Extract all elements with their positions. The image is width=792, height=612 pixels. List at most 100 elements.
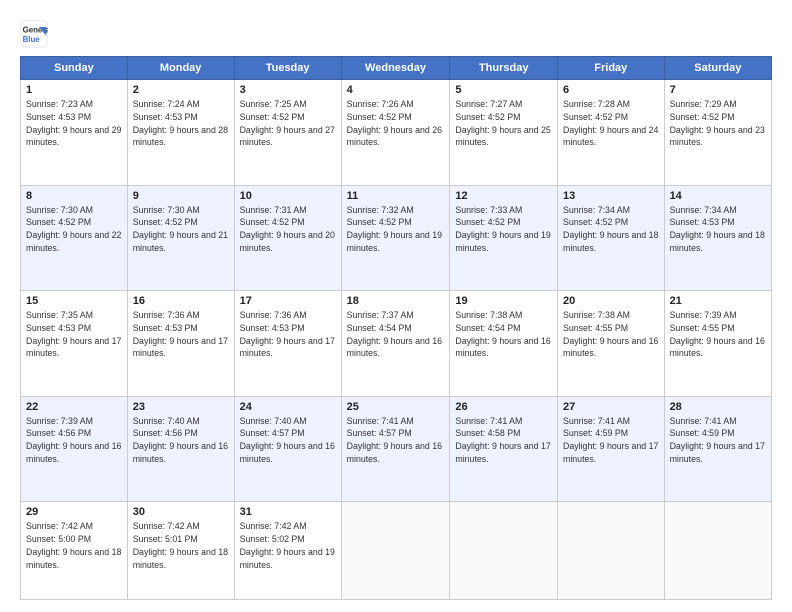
- calendar-cell: 21 Sunrise: 7:39 AMSunset: 4:55 PMDayligh…: [664, 291, 771, 397]
- calendar-cell: 3 Sunrise: 7:25 AMSunset: 4:52 PMDaylight…: [234, 80, 341, 186]
- day-info: Sunrise: 7:25 AMSunset: 4:52 PMDaylight:…: [240, 98, 336, 149]
- day-info: Sunrise: 7:29 AMSunset: 4:52 PMDaylight:…: [670, 98, 766, 149]
- day-number: 19: [455, 295, 552, 307]
- weekday-header-monday: Monday: [127, 57, 234, 80]
- calendar-cell: 8 Sunrise: 7:30 AMSunset: 4:52 PMDaylight…: [21, 185, 128, 291]
- day-number: 2: [133, 84, 229, 96]
- day-number: 5: [455, 84, 552, 96]
- calendar-cell: [450, 502, 558, 600]
- calendar-cell: 2 Sunrise: 7:24 AMSunset: 4:53 PMDaylight…: [127, 80, 234, 186]
- calendar-cell: 22 Sunrise: 7:39 AMSunset: 4:56 PMDayligh…: [21, 396, 128, 502]
- day-info: Sunrise: 7:42 AMSunset: 5:02 PMDaylight:…: [240, 520, 336, 571]
- day-number: 8: [26, 190, 122, 202]
- calendar-cell: 18Sunrise: 7:37 AMSunset: 4:54 PMDayligh…: [341, 291, 450, 397]
- day-info: Sunrise: 7:38 AMSunset: 4:54 PMDaylight:…: [455, 309, 552, 360]
- calendar-cell: 13 Sunrise: 7:34 AMSunset: 4:52 PMDayligh…: [558, 185, 665, 291]
- day-number: 14: [670, 190, 766, 202]
- day-number: 17: [240, 295, 336, 307]
- day-number: 29: [26, 506, 122, 518]
- day-number: 16: [133, 295, 229, 307]
- day-number: 3: [240, 84, 336, 96]
- calendar-cell: 4 Sunrise: 7:26 AMSunset: 4:52 PMDaylight…: [341, 80, 450, 186]
- weekday-header-tuesday: Tuesday: [234, 57, 341, 80]
- day-number: 30: [133, 506, 229, 518]
- day-number: 23: [133, 401, 229, 413]
- calendar-cell: 7 Sunrise: 7:29 AMSunset: 4:52 PMDaylight…: [664, 80, 771, 186]
- calendar-cell: 20 Sunrise: 7:38 AMSunset: 4:55 PMDayligh…: [558, 291, 665, 397]
- day-info: Sunrise: 7:41 AMSunset: 4:59 PMDaylight:…: [670, 415, 766, 466]
- calendar-cell: 16 Sunrise: 7:36 AMSunset: 4:53 PMDayligh…: [127, 291, 234, 397]
- day-number: 10: [240, 190, 336, 202]
- day-info: Sunrise: 7:33 AMSunset: 4:52 PMDaylight:…: [455, 204, 552, 255]
- day-info: Sunrise: 7:26 AMSunset: 4:52 PMDaylight:…: [347, 98, 445, 149]
- day-number: 7: [670, 84, 766, 96]
- day-number: 13: [563, 190, 659, 202]
- day-info: Sunrise: 7:30 AMSunset: 4:52 PMDaylight:…: [133, 204, 229, 255]
- page: General Blue SundayMondayTuesdayWednesda…: [0, 0, 792, 612]
- day-info: Sunrise: 7:24 AMSunset: 4:53 PMDaylight:…: [133, 98, 229, 149]
- day-number: 26: [455, 401, 552, 413]
- calendar-cell: 1 Sunrise: 7:23 AMSunset: 4:53 PMDaylight…: [21, 80, 128, 186]
- day-info: Sunrise: 7:36 AMSunset: 4:53 PMDaylight:…: [133, 309, 229, 360]
- day-number: 20: [563, 295, 659, 307]
- weekday-header-sunday: Sunday: [21, 57, 128, 80]
- day-number: 25: [347, 401, 445, 413]
- calendar-cell: 28 Sunrise: 7:41 AMSunset: 4:59 PMDayligh…: [664, 396, 771, 502]
- day-info: Sunrise: 7:41 AMSunset: 4:59 PMDaylight:…: [563, 415, 659, 466]
- day-info: Sunrise: 7:38 AMSunset: 4:55 PMDaylight:…: [563, 309, 659, 360]
- header: General Blue: [20, 16, 772, 48]
- calendar-table: SundayMondayTuesdayWednesdayThursdayFrid…: [20, 56, 772, 600]
- day-info: Sunrise: 7:41 AMSunset: 4:58 PMDaylight:…: [455, 415, 552, 466]
- calendar-cell: 26 Sunrise: 7:41 AMSunset: 4:58 PMDayligh…: [450, 396, 558, 502]
- calendar-cell: 30 Sunrise: 7:42 AMSunset: 5:01 PMDayligh…: [127, 502, 234, 600]
- calendar-cell: 15Sunrise: 7:35 AMSunset: 4:53 PMDayligh…: [21, 291, 128, 397]
- day-info: Sunrise: 7:41 AMSunset: 4:57 PMDaylight:…: [347, 415, 445, 466]
- logo-icon: General Blue: [20, 20, 48, 48]
- day-number: 28: [670, 401, 766, 413]
- day-info: Sunrise: 7:39 AMSunset: 4:56 PMDaylight:…: [26, 415, 122, 466]
- weekday-header-saturday: Saturday: [664, 57, 771, 80]
- day-info: Sunrise: 7:31 AMSunset: 4:52 PMDaylight:…: [240, 204, 336, 255]
- calendar-cell: 17 Sunrise: 7:36 AMSunset: 4:53 PMDayligh…: [234, 291, 341, 397]
- day-info: Sunrise: 7:35 AMSunset: 4:53 PMDaylight:…: [26, 309, 122, 360]
- calendar-cell: 23 Sunrise: 7:40 AMSunset: 4:56 PMDayligh…: [127, 396, 234, 502]
- day-info: Sunrise: 7:32 AMSunset: 4:52 PMDaylight:…: [347, 204, 445, 255]
- weekday-header-thursday: Thursday: [450, 57, 558, 80]
- day-info: Sunrise: 7:30 AMSunset: 4:52 PMDaylight:…: [26, 204, 122, 255]
- day-number: 18: [347, 295, 445, 307]
- day-info: Sunrise: 7:28 AMSunset: 4:52 PMDaylight:…: [563, 98, 659, 149]
- calendar-cell: 5 Sunrise: 7:27 AMSunset: 4:52 PMDaylight…: [450, 80, 558, 186]
- calendar-cell: 29Sunrise: 7:42 AMSunset: 5:00 PMDayligh…: [21, 502, 128, 600]
- day-number: 21: [670, 295, 766, 307]
- calendar-cell: 25 Sunrise: 7:41 AMSunset: 4:57 PMDayligh…: [341, 396, 450, 502]
- calendar-cell: 12 Sunrise: 7:33 AMSunset: 4:52 PMDayligh…: [450, 185, 558, 291]
- day-info: Sunrise: 7:39 AMSunset: 4:55 PMDaylight:…: [670, 309, 766, 360]
- day-number: 1: [26, 84, 122, 96]
- day-info: Sunrise: 7:40 AMSunset: 4:56 PMDaylight:…: [133, 415, 229, 466]
- day-number: 12: [455, 190, 552, 202]
- calendar-cell: 9 Sunrise: 7:30 AMSunset: 4:52 PMDaylight…: [127, 185, 234, 291]
- day-info: Sunrise: 7:34 AMSunset: 4:52 PMDaylight:…: [563, 204, 659, 255]
- calendar-cell: 11 Sunrise: 7:32 AMSunset: 4:52 PMDayligh…: [341, 185, 450, 291]
- calendar-cell: 10 Sunrise: 7:31 AMSunset: 4:52 PMDayligh…: [234, 185, 341, 291]
- calendar-cell: 14 Sunrise: 7:34 AMSunset: 4:53 PMDayligh…: [664, 185, 771, 291]
- logo: General Blue: [20, 20, 52, 48]
- day-info: Sunrise: 7:23 AMSunset: 4:53 PMDaylight:…: [26, 98, 122, 149]
- day-number: 22: [26, 401, 122, 413]
- calendar-cell: 27Sunrise: 7:41 AMSunset: 4:59 PMDayligh…: [558, 396, 665, 502]
- day-info: Sunrise: 7:42 AMSunset: 5:01 PMDaylight:…: [133, 520, 229, 571]
- calendar-cell: 31Sunrise: 7:42 AMSunset: 5:02 PMDayligh…: [234, 502, 341, 600]
- day-info: Sunrise: 7:34 AMSunset: 4:53 PMDaylight:…: [670, 204, 766, 255]
- weekday-header-wednesday: Wednesday: [341, 57, 450, 80]
- calendar-cell: 6Sunrise: 7:28 AMSunset: 4:52 PMDaylight…: [558, 80, 665, 186]
- day-info: Sunrise: 7:27 AMSunset: 4:52 PMDaylight:…: [455, 98, 552, 149]
- day-number: 11: [347, 190, 445, 202]
- day-number: 9: [133, 190, 229, 202]
- calendar-cell: [664, 502, 771, 600]
- weekday-header-friday: Friday: [558, 57, 665, 80]
- calendar-cell: 24 Sunrise: 7:40 AMSunset: 4:57 PMDayligh…: [234, 396, 341, 502]
- day-info: Sunrise: 7:36 AMSunset: 4:53 PMDaylight:…: [240, 309, 336, 360]
- day-number: 4: [347, 84, 445, 96]
- day-info: Sunrise: 7:40 AMSunset: 4:57 PMDaylight:…: [240, 415, 336, 466]
- day-number: 24: [240, 401, 336, 413]
